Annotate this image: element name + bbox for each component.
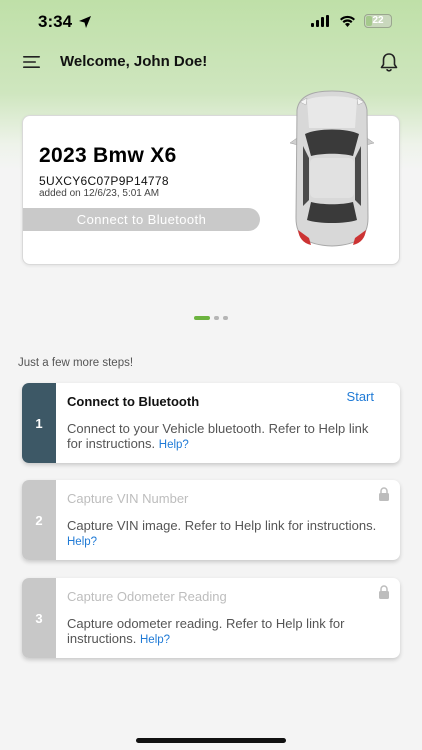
status-indicators: 22 [311,14,392,28]
wifi-icon [340,15,355,27]
clock-text: 3:34 [38,12,73,31]
app-header: Welcome, John Doe! [0,44,422,80]
vehicle-added-date: added on 12/6/23, 5:01 AM [39,188,160,199]
car-top-view-image [289,90,375,247]
status-bar: 3:34 22 [0,0,422,44]
help-link[interactable]: Help? [140,634,170,646]
step-number: 1 [22,383,56,463]
step-number: 3 [22,578,56,658]
step-card-odometer: 3 Capture Odometer Reading Capture odome… [22,578,400,658]
vehicle-name: 2023 Bmw X6 [39,144,177,167]
battery-icon: 22 [364,14,392,28]
step-description: Capture VIN image. Refer to Help link fo… [67,518,385,550]
pager-dot-2[interactable] [214,316,219,320]
help-link[interactable]: Help? [159,439,189,451]
lock-icon [379,585,389,599]
menu-icon[interactable] [22,52,42,72]
welcome-text: Welcome, John Doe! [60,53,208,70]
pager-dot-1[interactable] [194,316,210,320]
carousel-pager [0,316,422,322]
step-description-text: Capture odometer reading. Refer to Help … [67,616,345,646]
vehicle-vin: 5UXCY6C07P9P14778 [39,174,169,188]
bell-icon[interactable] [378,51,400,73]
pager-dot-3[interactable] [223,316,228,320]
connect-bluetooth-button[interactable]: Connect to Bluetooth [23,208,260,231]
cellular-signal-icon [311,15,329,27]
step-title: Capture Odometer Reading [67,589,227,604]
step-description: Capture odometer reading. Refer to Help … [67,616,385,648]
status-time: 3:34 [38,12,92,32]
step-description-text: Connect to your Vehicle bluetooth. Refer… [67,421,369,451]
home-indicator[interactable] [136,738,286,743]
step-description: Connect to your Vehicle bluetooth. Refer… [67,421,385,453]
step-card-vin: 2 Capture VIN Number Capture VIN image. … [22,480,400,560]
battery-level: 22 [372,15,384,26]
step-title: Capture VIN Number [67,491,189,506]
step-card-bluetooth[interactable]: 1 Connect to Bluetooth Start Connect to … [22,383,400,463]
steps-heading: Just a few more steps! [18,357,134,369]
start-link[interactable]: Start [347,389,374,404]
step-title: Connect to Bluetooth [67,394,200,409]
location-arrow-icon [79,16,92,28]
step-number: 2 [22,480,56,560]
help-link[interactable]: Help? [67,536,97,548]
step-description-text: Capture VIN image. Refer to Help link fo… [67,518,377,533]
lock-icon [379,487,389,501]
